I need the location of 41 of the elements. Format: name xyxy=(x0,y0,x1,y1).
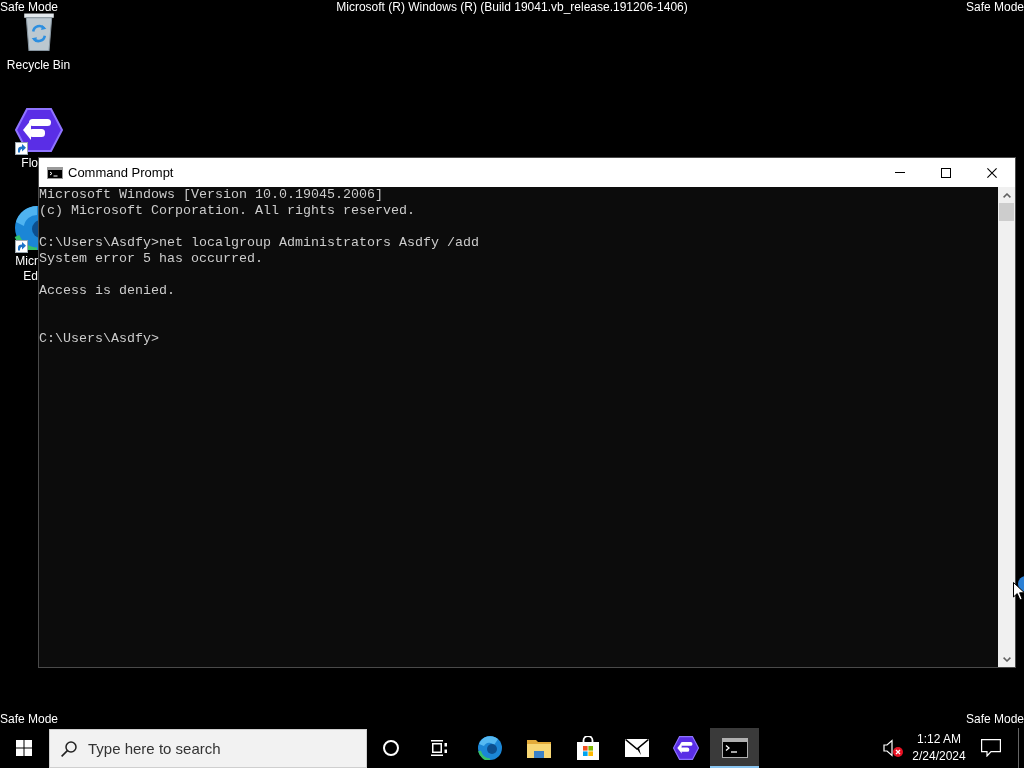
notification-icon xyxy=(981,739,1001,757)
console-line: System error 5 has occurred. xyxy=(39,251,263,267)
browser-icon xyxy=(477,736,502,760)
close-icon xyxy=(987,167,997,178)
recycle-bin-icon[interactable] xyxy=(23,13,54,51)
envelope-icon xyxy=(624,739,649,757)
console-line: Microsoft Windows [Version 10.0.19045.2006] xyxy=(39,187,383,203)
icon-label[interactable]: Micr xyxy=(15,254,38,269)
safe-mode-label: Safe Mode xyxy=(0,712,59,726)
chevron-up-icon xyxy=(1002,192,1011,198)
search-field[interactable]: Type here to search xyxy=(49,729,367,768)
icon-label[interactable]: Recycle Bin xyxy=(6,58,71,73)
minimize-icon xyxy=(895,172,905,173)
build-version-label: Microsoft (R) Windows (R) (Build 19041.vb_release.191206-1406) xyxy=(336,0,688,14)
hexagon-logo-icon xyxy=(672,736,699,760)
icon-label[interactable]: Ed xyxy=(23,269,38,284)
folder-icon xyxy=(526,738,551,758)
safe-mode-label: Safe Mode xyxy=(0,0,59,14)
scrollbar[interactable] xyxy=(998,187,1015,667)
windows-logo-icon xyxy=(16,740,32,756)
safe-mode-label: Safe Mode xyxy=(965,0,1024,14)
clock-date[interactable]: 2/24/2024 xyxy=(912,748,966,765)
console-line: (c) Microsoft Corporation. All rights reserved. xyxy=(39,203,415,219)
chevron-down-icon xyxy=(1002,656,1011,662)
terminal-icon xyxy=(721,738,748,758)
ring-icon xyxy=(383,740,399,756)
safe-mode-label: Safe Mode xyxy=(965,712,1024,726)
clock-time[interactable]: 1:12 AM xyxy=(917,731,961,748)
task-view-icon xyxy=(431,740,447,756)
console-line: C:\Users\Asdfy>net localgroup Administrators Asdfy /add xyxy=(39,235,479,251)
icon-label[interactable]: Flo xyxy=(21,156,38,171)
scrollbar-thumb[interactable] xyxy=(999,203,1014,221)
window-title: Command Prompt xyxy=(68,165,174,180)
hexagon-logo-icon[interactable] xyxy=(14,108,63,152)
search-icon xyxy=(61,741,77,757)
taskbar-app-button[interactable] xyxy=(710,728,759,768)
console-line: C:\Users\Asdfy> xyxy=(39,331,159,347)
terminal-icon xyxy=(47,166,63,179)
shopping-bag-icon xyxy=(576,736,599,760)
maximize-icon xyxy=(941,167,951,178)
console-line: Access is denied. xyxy=(39,283,175,299)
